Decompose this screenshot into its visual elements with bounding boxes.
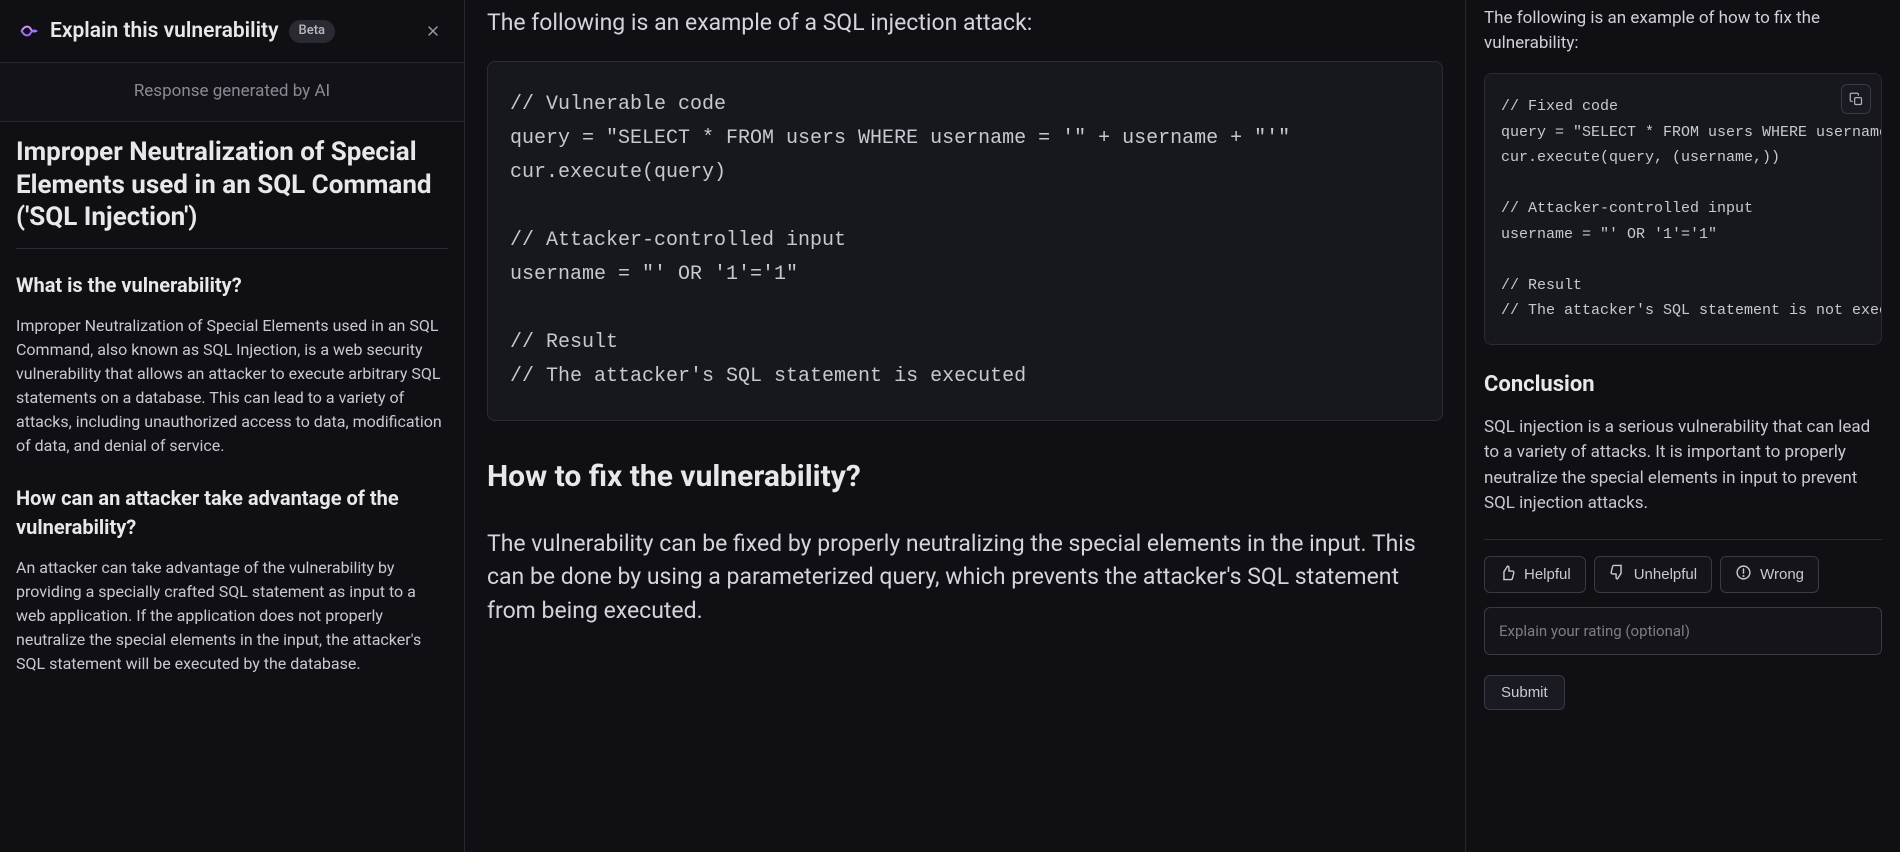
left-body: Improper Neutralization of Special Eleme…	[0, 122, 464, 714]
copy-button[interactable]	[1841, 84, 1871, 114]
fix-heading: How to fix the vulnerability?	[487, 455, 1443, 499]
right-panel: The following is an example of how to fi…	[1466, 0, 1900, 852]
unhelpful-button[interactable]: Unhelpful	[1594, 556, 1712, 593]
submit-button[interactable]: Submit	[1484, 675, 1565, 710]
close-button[interactable]	[420, 18, 446, 44]
thumbs-down-icon	[1609, 564, 1626, 585]
left-header: Explain this vulnerability Beta	[0, 0, 464, 63]
middle-panel: The following is an example of a SQL inj…	[465, 0, 1466, 852]
unhelpful-label: Unhelpful	[1634, 566, 1697, 583]
vulnerability-title: Improper Neutralization of Special Eleme…	[16, 136, 448, 249]
section-body-how-attacker: An attacker can take advantage of the vu…	[16, 556, 448, 676]
conclusion-body: SQL injection is a serious vulnerability…	[1484, 415, 1882, 517]
conclusion-heading: Conclusion	[1484, 369, 1882, 401]
section-body-what: Improper Neutralization of Special Eleme…	[16, 314, 448, 458]
helpful-label: Helpful	[1524, 566, 1571, 583]
app-root: Explain this vulnerability Beta Response…	[0, 0, 1900, 852]
panel-title: Explain this vulnerability	[50, 16, 279, 46]
fixed-code-block[interactable]: // Fixed code query = "SELECT * FROM use…	[1484, 73, 1882, 345]
feedback-input[interactable]	[1484, 607, 1882, 655]
fix-example-intro: The following is an example of how to fi…	[1484, 6, 1882, 55]
helpful-button[interactable]: Helpful	[1484, 556, 1586, 593]
fixed-code-text: // Fixed code query = "SELECT * FROM use…	[1501, 98, 1882, 319]
section-heading-what: What is the vulnerability?	[16, 271, 448, 300]
wrong-button[interactable]: Wrong	[1720, 556, 1819, 593]
thumbs-up-icon	[1499, 564, 1516, 585]
ai-generated-note: Response generated by AI	[0, 63, 464, 122]
example-intro-text: The following is an example of a SQL inj…	[487, 6, 1443, 39]
wrong-label: Wrong	[1760, 566, 1804, 583]
fix-body-text: The vulnerability can be fixed by proper…	[487, 527, 1443, 627]
feedback-row: Helpful Unhelpful Wrong	[1484, 556, 1882, 593]
alert-icon	[1735, 564, 1752, 585]
beta-badge: Beta	[289, 20, 336, 43]
vulnerability-icon	[18, 20, 40, 42]
section-heading-how-attacker: How can an attacker take advantage of th…	[16, 484, 448, 542]
vulnerable-code-block[interactable]: // Vulnerable code query = "SELECT * FRO…	[487, 61, 1443, 421]
left-panel: Explain this vulnerability Beta Response…	[0, 0, 465, 852]
feedback-block: Helpful Unhelpful Wrong Submit	[1484, 539, 1882, 711]
